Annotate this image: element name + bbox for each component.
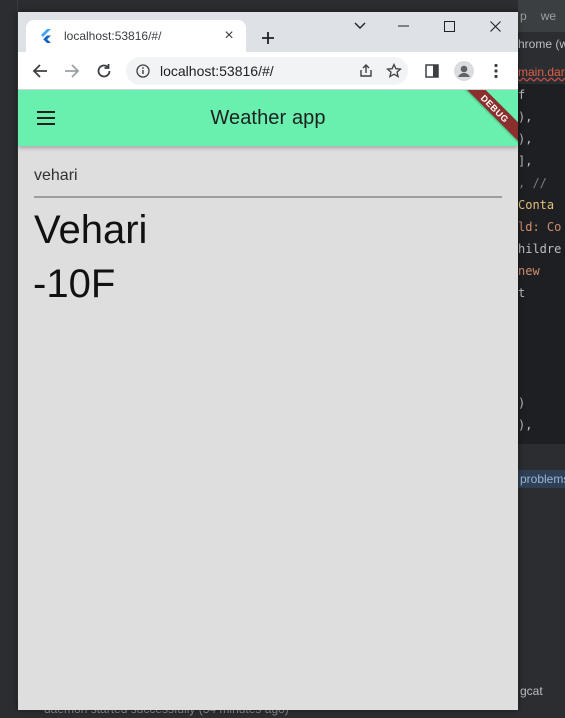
city-input[interactable]	[34, 167, 502, 185]
flutter-icon	[38, 28, 54, 44]
profile-avatar-icon[interactable]	[450, 57, 478, 85]
code-line: ),	[518, 110, 533, 124]
browser-tab-title: localhost:53816/#/	[64, 29, 162, 43]
code-line: )	[518, 396, 526, 410]
code-line: ld: Co	[518, 220, 562, 234]
city-name: Vehari	[34, 208, 148, 252]
forward-arrow-icon[interactable]	[58, 57, 86, 85]
temperature-value: -10F	[33, 262, 116, 306]
ide-file-tab-label: main.dart	[518, 65, 565, 79]
code-line: ),	[518, 418, 533, 432]
code-line: t	[518, 286, 526, 300]
ide-top-tabs: p we	[518, 0, 565, 32]
code-line: , //	[518, 176, 547, 190]
ide-run-tab[interactable]: hrome (w	[518, 32, 565, 56]
reload-icon[interactable]	[90, 57, 118, 85]
close-window-button[interactable]	[472, 12, 518, 40]
new-tab-button[interactable]	[254, 24, 282, 52]
maximize-button[interactable]	[426, 12, 472, 40]
ide-top-tab[interactable]: p	[520, 9, 527, 23]
code-line: hildre	[518, 242, 562, 256]
code-line: f	[518, 88, 526, 102]
side-panel-icon[interactable]	[418, 57, 446, 85]
ide-problems-label: problems	[520, 472, 565, 486]
app-title: Weather app	[210, 106, 326, 129]
more-menu-icon[interactable]	[482, 57, 510, 85]
ide-file-tab[interactable]: main.dart	[518, 60, 565, 84]
url-text: localhost:53816/#/	[160, 63, 274, 79]
code-line: new	[518, 264, 540, 278]
minimize-button[interactable]	[380, 12, 426, 40]
star-icon[interactable]	[380, 57, 408, 85]
window-controls	[340, 12, 518, 40]
app-bar: Weather app	[18, 90, 518, 146]
city-field[interactable]	[34, 156, 502, 198]
browser-tabstrip: localhost:53816/#/ ×	[18, 12, 518, 52]
ide-top-tab[interactable]: we	[541, 9, 556, 23]
ide-left-gutter	[0, 0, 18, 718]
ide-logcat-tab[interactable]: gcat	[518, 682, 565, 700]
ide-problems-tab[interactable]: problems	[518, 470, 565, 488]
code-line: ),	[518, 132, 533, 146]
chevron-down-icon[interactable]	[340, 12, 380, 40]
back-arrow-icon[interactable]	[26, 57, 54, 85]
browser-tab[interactable]: localhost:53816/#/ ×	[26, 20, 246, 52]
code-line: Conta	[518, 198, 555, 212]
ide-run-tab-label: hrome (w	[518, 37, 565, 51]
ide-logcat-label: gcat	[520, 684, 543, 698]
share-icon[interactable]	[352, 57, 380, 85]
ide-bottom-strip	[518, 444, 565, 462]
ide-code-editor[interactable]: f ), ), ], , // Conta ld: Co hildre new t )…	[518, 84, 565, 444]
browser-toolbar: localhost:53816/#/	[18, 52, 518, 90]
app-viewport: Weather app DEBUG Vehari -10F	[18, 90, 518, 710]
site-info-icon[interactable]	[136, 63, 152, 79]
address-bar[interactable]: localhost:53816/#/	[126, 57, 408, 85]
close-tab-icon[interactable]: ×	[220, 27, 238, 45]
browser-window: localhost:53816/#/ × localhost:53816/#/ …	[18, 12, 518, 710]
code-line: ],	[518, 154, 533, 168]
